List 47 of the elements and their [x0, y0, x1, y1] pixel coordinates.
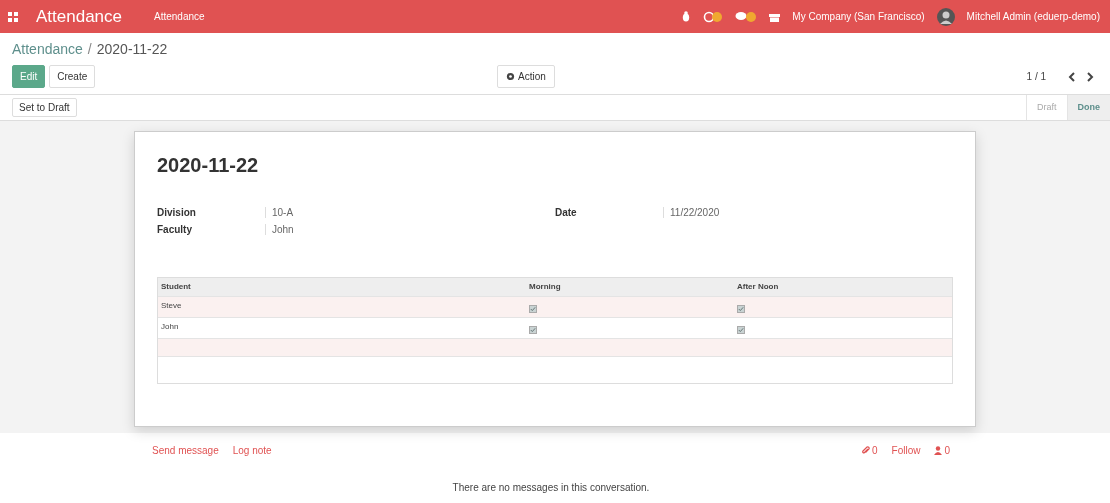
breadcrumb-separator: / [87, 41, 92, 57]
field-value: John [265, 224, 294, 235]
empty-conversation-message: There are no messages in this conversation. [451, 482, 651, 493]
clock-icon[interactable] [703, 10, 724, 23]
table-cell-text: John [160, 321, 180, 333]
column-header: Morning [528, 281, 562, 293]
table-cell-text: Steve [160, 300, 183, 312]
gear-icon [506, 72, 515, 81]
column-header: Student [160, 281, 192, 293]
create-button[interactable]: Create [49, 65, 96, 88]
app-title: Attendance [36, 6, 122, 27]
follow-link[interactable]: Follow [891, 445, 921, 456]
status-stage[interactable]: Draft [1026, 95, 1067, 120]
company-switcher[interactable]: My Company (San Francisco) [792, 11, 925, 22]
checkbox[interactable] [737, 326, 745, 334]
field-value: 10-A [265, 207, 294, 218]
edit-button[interactable]: Edit [12, 65, 46, 88]
action-button[interactable]: Action [497, 65, 555, 88]
chat-icon[interactable] [735, 10, 758, 23]
field-value: 11/22/2020 [663, 207, 720, 218]
breadcrumb-link[interactable]: Attendance [12, 41, 83, 57]
menu-item[interactable]: Attendance [154, 11, 205, 22]
set-to-draft-button[interactable]: Set to Draft [12, 98, 77, 117]
next-icon[interactable] [1087, 71, 1094, 82]
apps-menu-icon[interactable] [8, 11, 18, 22]
paperclip-icon [861, 446, 870, 455]
followers-link[interactable]: 0 [934, 445, 950, 456]
field-label: Division [157, 207, 197, 218]
status-stage[interactable]: Done [1066, 95, 1110, 120]
person-icon [934, 446, 943, 455]
user-menu[interactable]: Mitchell Admin (eduerp-demo) [966, 11, 1100, 22]
previous-icon[interactable] [1068, 71, 1075, 82]
field-label: Date [555, 207, 578, 218]
pager-counter: 1 / 1 [1026, 71, 1046, 82]
record-title: 2020-11-22 [157, 154, 260, 177]
breadcrumb-current: 2020-11-22 [96, 41, 168, 57]
field-label: Faculty [157, 224, 193, 235]
column-header: After Noon [736, 281, 780, 293]
attachments-link[interactable]: 0 [861, 445, 878, 456]
checkbox[interactable] [529, 305, 537, 313]
checkbox[interactable] [529, 326, 537, 334]
avatar-icon[interactable] [936, 7, 955, 26]
send-message-link[interactable]: Send message [152, 445, 219, 456]
checkbox[interactable] [737, 305, 745, 313]
log-note-link[interactable]: Log note [232, 445, 272, 456]
gift-icon[interactable] [769, 11, 781, 22]
bug-icon[interactable] [681, 11, 692, 22]
